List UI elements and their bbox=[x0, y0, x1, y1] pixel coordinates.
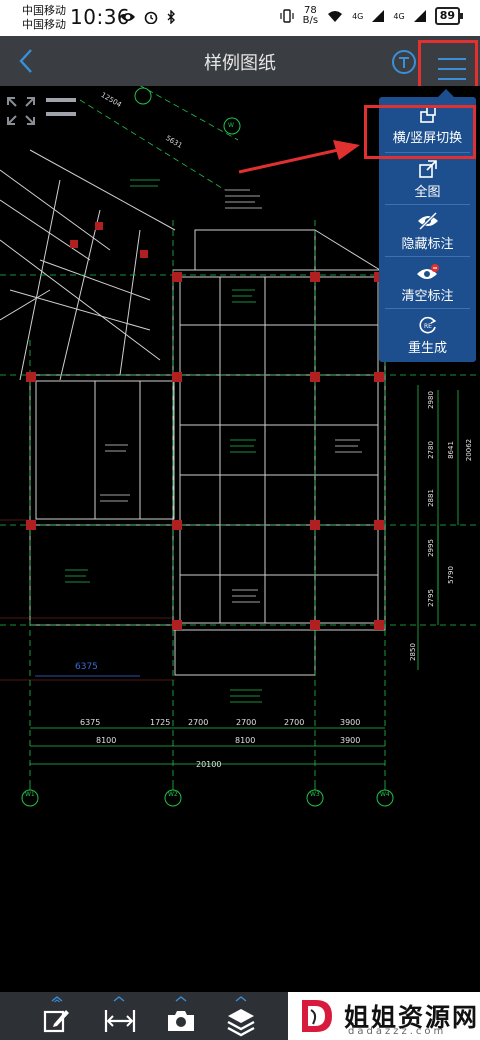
wifi-icon bbox=[328, 10, 343, 22]
camera-icon bbox=[168, 1011, 194, 1031]
menu-item-full-view[interactable]: 全图 bbox=[379, 153, 476, 205]
menu-item-label: 清空标注 bbox=[401, 289, 454, 304]
dim-label: 5790 bbox=[446, 566, 455, 584]
status-icons-right: 78 B/s 4G 4G 89 bbox=[280, 6, 464, 26]
text-tool-icon[interactable] bbox=[390, 48, 418, 76]
watermark-logo bbox=[302, 1000, 332, 1032]
dim-label: 3900 bbox=[340, 736, 361, 745]
dim-label: 3900 bbox=[340, 718, 361, 727]
net-speed-unit: B/s bbox=[302, 15, 319, 26]
dim-label: 2850 bbox=[408, 643, 417, 661]
dim-label: 6375 bbox=[80, 718, 101, 727]
menu-item-label: 重生成 bbox=[407, 341, 447, 356]
status-icons-left bbox=[120, 10, 176, 24]
carrier-label-2: 中国移动 bbox=[22, 18, 66, 31]
dim-label: 2795 bbox=[426, 589, 435, 607]
dim-label: 1725 bbox=[150, 718, 171, 727]
dim-total-label: 20100 bbox=[196, 760, 222, 769]
highlight-box bbox=[364, 105, 476, 159]
hide-eye-icon bbox=[417, 211, 438, 231]
measure-icon bbox=[104, 1010, 136, 1032]
regenerate-icon: RE bbox=[419, 316, 436, 334]
dim-label: 2780 bbox=[426, 441, 435, 459]
hamburger-menu-icon bbox=[438, 58, 466, 60]
dim-label: 2980 bbox=[426, 391, 435, 409]
status-bar: 中国移动 中国移动 10:36 78 B/s 4G 4G 89 bbox=[0, 0, 480, 36]
dim-label: 8100 bbox=[96, 736, 117, 745]
fit-screen-icon[interactable] bbox=[6, 96, 36, 126]
axis-tag: W4 bbox=[380, 791, 390, 798]
measure-button[interactable] bbox=[96, 996, 142, 1040]
svg-text:RE: RE bbox=[424, 323, 432, 330]
dim-row-1: 6375 1725 2700 2700 2700 3900 bbox=[30, 718, 385, 730]
signal-icon bbox=[372, 10, 385, 22]
annotation-arrow bbox=[238, 140, 360, 174]
hamburger-bar bbox=[438, 68, 466, 70]
hamburger-bar bbox=[438, 78, 466, 80]
axis-tag: W2 bbox=[168, 791, 178, 798]
title-bar: 样例图纸 bbox=[0, 36, 480, 98]
axis-tag: W1 bbox=[25, 791, 35, 798]
bluetooth-icon bbox=[167, 10, 175, 24]
eye-icon bbox=[121, 13, 135, 21]
battery-indicator: 89 bbox=[434, 7, 464, 25]
dim-label: 20062 bbox=[465, 438, 474, 462]
menu-item-hide-annotations[interactable]: 隐藏标注 bbox=[379, 205, 476, 257]
dim-label: 2700 bbox=[284, 718, 305, 727]
net-speed: 78 B/s bbox=[303, 6, 318, 26]
clear-eye-icon bbox=[416, 264, 439, 279]
chevron-up-icon bbox=[175, 996, 187, 1002]
signal-2-label: 4G bbox=[393, 11, 405, 21]
vibrate-icon bbox=[280, 9, 294, 23]
menu-item-label: 全图 bbox=[414, 185, 441, 200]
watermark-subtext: dadazzz.com bbox=[348, 1026, 447, 1037]
signal-icon bbox=[413, 10, 426, 22]
dim-label: 8100 bbox=[235, 736, 256, 745]
chevron-up-icon bbox=[51, 996, 63, 1002]
camera-button[interactable] bbox=[158, 996, 204, 1040]
dim-label: 2881 bbox=[426, 489, 435, 507]
layers-icon bbox=[227, 1009, 255, 1037]
menu-item-label: 隐藏标注 bbox=[401, 237, 454, 252]
right-dims: 2980 2780 2881 2995 2795 2850 8641 20062… bbox=[409, 386, 473, 686]
popup-caret bbox=[438, 89, 454, 97]
axis-tags: W1 W2 W3 W4 bbox=[0, 791, 480, 803]
alarm-icon bbox=[144, 11, 158, 24]
full-view-icon bbox=[418, 160, 437, 178]
axis-tag-top: W bbox=[228, 122, 234, 129]
carrier-label-1: 中国移动 bbox=[22, 4, 66, 17]
edit-button[interactable] bbox=[34, 996, 80, 1040]
dim-label: 2700 bbox=[236, 718, 257, 727]
menu-item-clear-annotations[interactable]: 清空标注 bbox=[379, 257, 476, 309]
dim-label: 8641 bbox=[446, 441, 455, 459]
chevron-up-icon bbox=[235, 996, 247, 1002]
dim-label: 2995 bbox=[426, 539, 435, 557]
axis-tag: W3 bbox=[310, 791, 320, 798]
blue-dimension-label: 6375 bbox=[75, 662, 98, 672]
watermark: 姐姐资源网 dadazzz.com bbox=[288, 992, 480, 1040]
menu-item-regenerate[interactable]: RE 重生成 bbox=[379, 309, 476, 361]
signal-1-label: 4G bbox=[352, 11, 364, 21]
edit-icon bbox=[43, 1010, 69, 1033]
dim-label: 2700 bbox=[188, 718, 209, 727]
scale-bar-icon bbox=[46, 98, 76, 116]
dim-row-2: 8100 8100 3900 bbox=[30, 736, 385, 748]
chevron-up-icon bbox=[113, 996, 125, 1002]
layers-button[interactable] bbox=[218, 996, 264, 1040]
